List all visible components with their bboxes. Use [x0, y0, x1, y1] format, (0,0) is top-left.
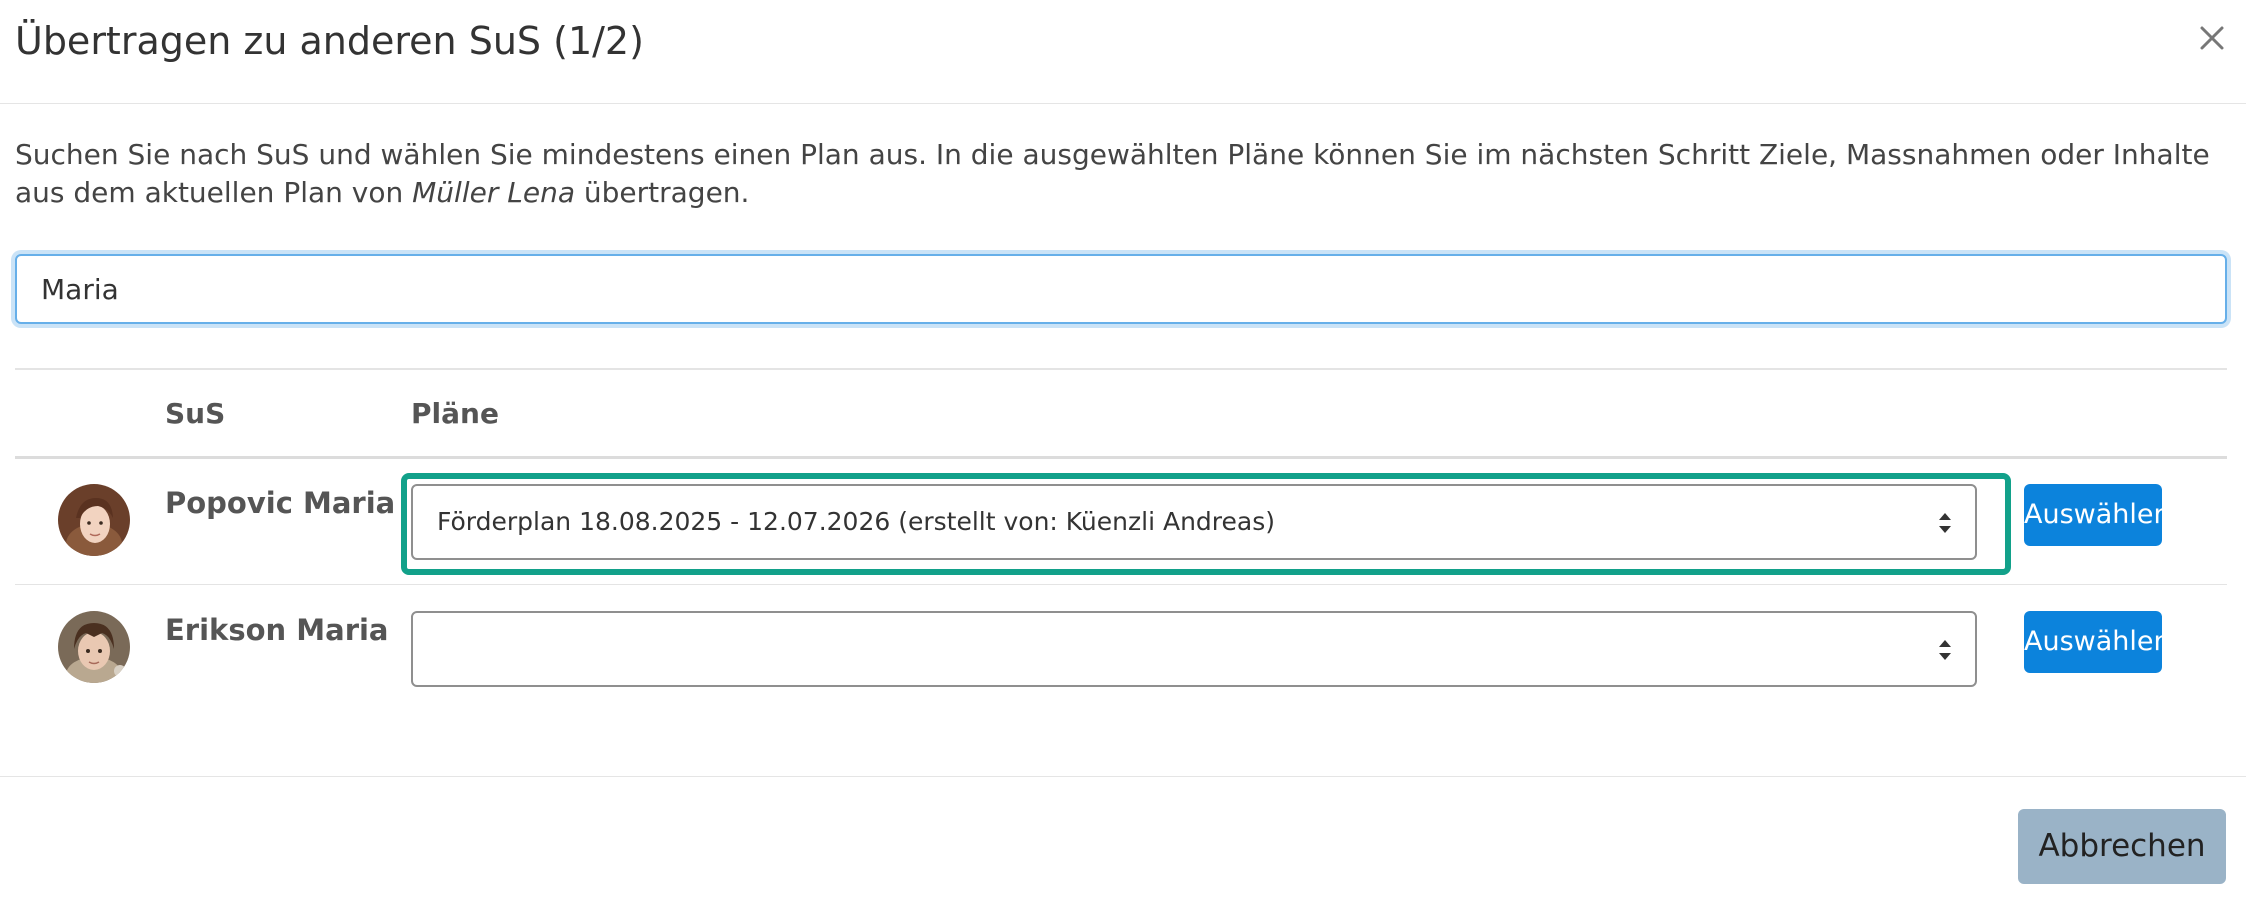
column-header-plaene: Pläne [411, 397, 499, 430]
select-arrows-icon [1939, 513, 1951, 533]
cancel-button[interactable]: Abbrechen [2018, 809, 2226, 884]
divider [15, 368, 2227, 370]
student-name: Erikson Maria [165, 613, 389, 647]
plan-select-value: Förderplan 18.08.2025 - 12.07.2026 (erst… [437, 507, 1275, 536]
student-name: Popovic Maria [165, 486, 396, 520]
avatar [58, 484, 130, 556]
plan-select[interactable] [411, 611, 1977, 687]
description-text-end: übertragen. [574, 176, 750, 209]
plan-select[interactable]: Förderplan 18.08.2025 - 12.07.2026 (erst… [411, 484, 1977, 560]
dialog-header: Übertragen zu anderen SuS (1/2) [0, 0, 2246, 104]
dialog-description: Suchen Sie nach SuS und wählen Sie minde… [15, 136, 2230, 212]
close-button[interactable] [2190, 16, 2234, 60]
source-student-name: Müller Lena [412, 176, 575, 209]
footer-divider [0, 776, 2246, 777]
description-text: Suchen Sie nach SuS und wählen Sie minde… [15, 138, 2210, 209]
close-icon [2200, 26, 2224, 50]
transfer-dialog: Übertragen zu anderen SuS (1/2) Suchen S… [0, 0, 2246, 906]
choose-button[interactable]: Auswählen [2024, 611, 2171, 673]
dialog-title: Übertragen zu anderen SuS (1/2) [15, 19, 644, 63]
student-search-input[interactable] [15, 254, 2227, 324]
table-row: Erikson Maria Auswählen [15, 586, 2227, 712]
select-arrows-icon [1939, 640, 1951, 660]
table-row: Popovic Maria Förderplan 18.08.2025 - 12… [15, 459, 2227, 585]
avatar [58, 611, 130, 683]
column-header-sus: SuS [165, 397, 226, 430]
choose-button[interactable]: Auswählen [2024, 484, 2171, 546]
